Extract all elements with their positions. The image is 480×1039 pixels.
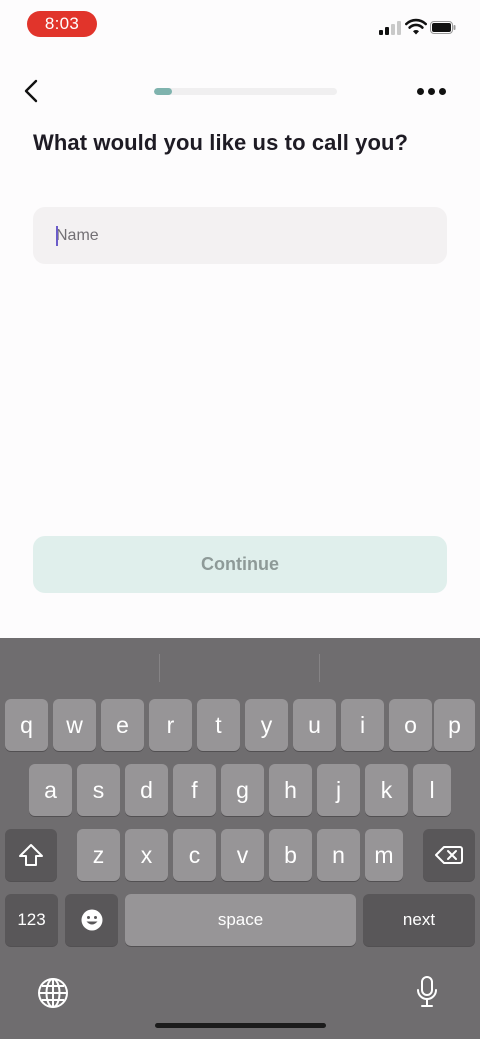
key-c[interactable]: c — [173, 829, 216, 881]
key-t[interactable]: t — [197, 699, 240, 751]
more-horizontal-icon — [416, 87, 424, 95]
chevron-left-icon — [24, 79, 38, 103]
key-d[interactable]: d — [125, 764, 168, 816]
microphone-icon[interactable] — [415, 975, 439, 1009]
key-y[interactable]: y — [245, 699, 288, 751]
more-options-button[interactable] — [413, 80, 449, 102]
on-screen-keyboard: q w e r t y u i o p a s d f g h j k l z … — [0, 638, 480, 1039]
key-h[interactable]: h — [269, 764, 312, 816]
key-a[interactable]: a — [29, 764, 72, 816]
key-w[interactable]: w — [53, 699, 96, 751]
emoji-key[interactable] — [65, 894, 118, 946]
key-o[interactable]: o — [389, 699, 432, 751]
name-input[interactable] — [33, 207, 447, 264]
key-r[interactable]: r — [149, 699, 192, 751]
key-q[interactable]: q — [5, 699, 48, 751]
space-key[interactable]: space — [125, 894, 356, 946]
onboarding-progress-bar — [154, 88, 337, 95]
back-button[interactable] — [18, 76, 44, 106]
globe-icon[interactable] — [37, 977, 69, 1009]
text-cursor — [56, 226, 58, 246]
emoji-icon — [81, 909, 102, 931]
key-j[interactable]: j — [317, 764, 360, 816]
backspace-icon — [435, 846, 463, 864]
suggestion-divider — [159, 654, 160, 682]
key-x[interactable]: x — [125, 829, 168, 881]
key-m[interactable]: m — [365, 829, 403, 881]
key-e[interactable]: e — [101, 699, 144, 751]
key-n[interactable]: n — [317, 829, 360, 881]
key-g[interactable]: g — [221, 764, 264, 816]
suggestion-divider — [319, 654, 320, 682]
status-bar: 8:03 — [0, 0, 480, 48]
key-u[interactable]: u — [293, 699, 336, 751]
shift-icon — [19, 844, 43, 866]
key-i[interactable]: i — [341, 699, 384, 751]
wifi-icon — [405, 18, 427, 35]
cellular-signal-icon — [379, 21, 401, 35]
key-k[interactable]: k — [365, 764, 408, 816]
key-v[interactable]: v — [221, 829, 264, 881]
key-f[interactable]: f — [173, 764, 216, 816]
battery-icon — [430, 21, 456, 34]
key-b[interactable]: b — [269, 829, 312, 881]
key-s[interactable]: s — [77, 764, 120, 816]
numbers-key[interactable]: 123 — [5, 894, 58, 946]
next-key[interactable]: next — [363, 894, 475, 946]
backspace-key[interactable] — [423, 829, 475, 881]
key-l[interactable]: l — [413, 764, 451, 816]
page-title: What would you like us to call you? — [33, 130, 409, 155]
status-time: 8:03 — [27, 11, 97, 37]
continue-button[interactable]: Continue — [33, 536, 447, 593]
key-p[interactable]: p — [434, 699, 475, 751]
home-indicator — [155, 1023, 326, 1028]
key-z[interactable]: z — [77, 829, 120, 881]
progress-fill — [154, 88, 173, 95]
shift-key[interactable] — [5, 829, 57, 881]
